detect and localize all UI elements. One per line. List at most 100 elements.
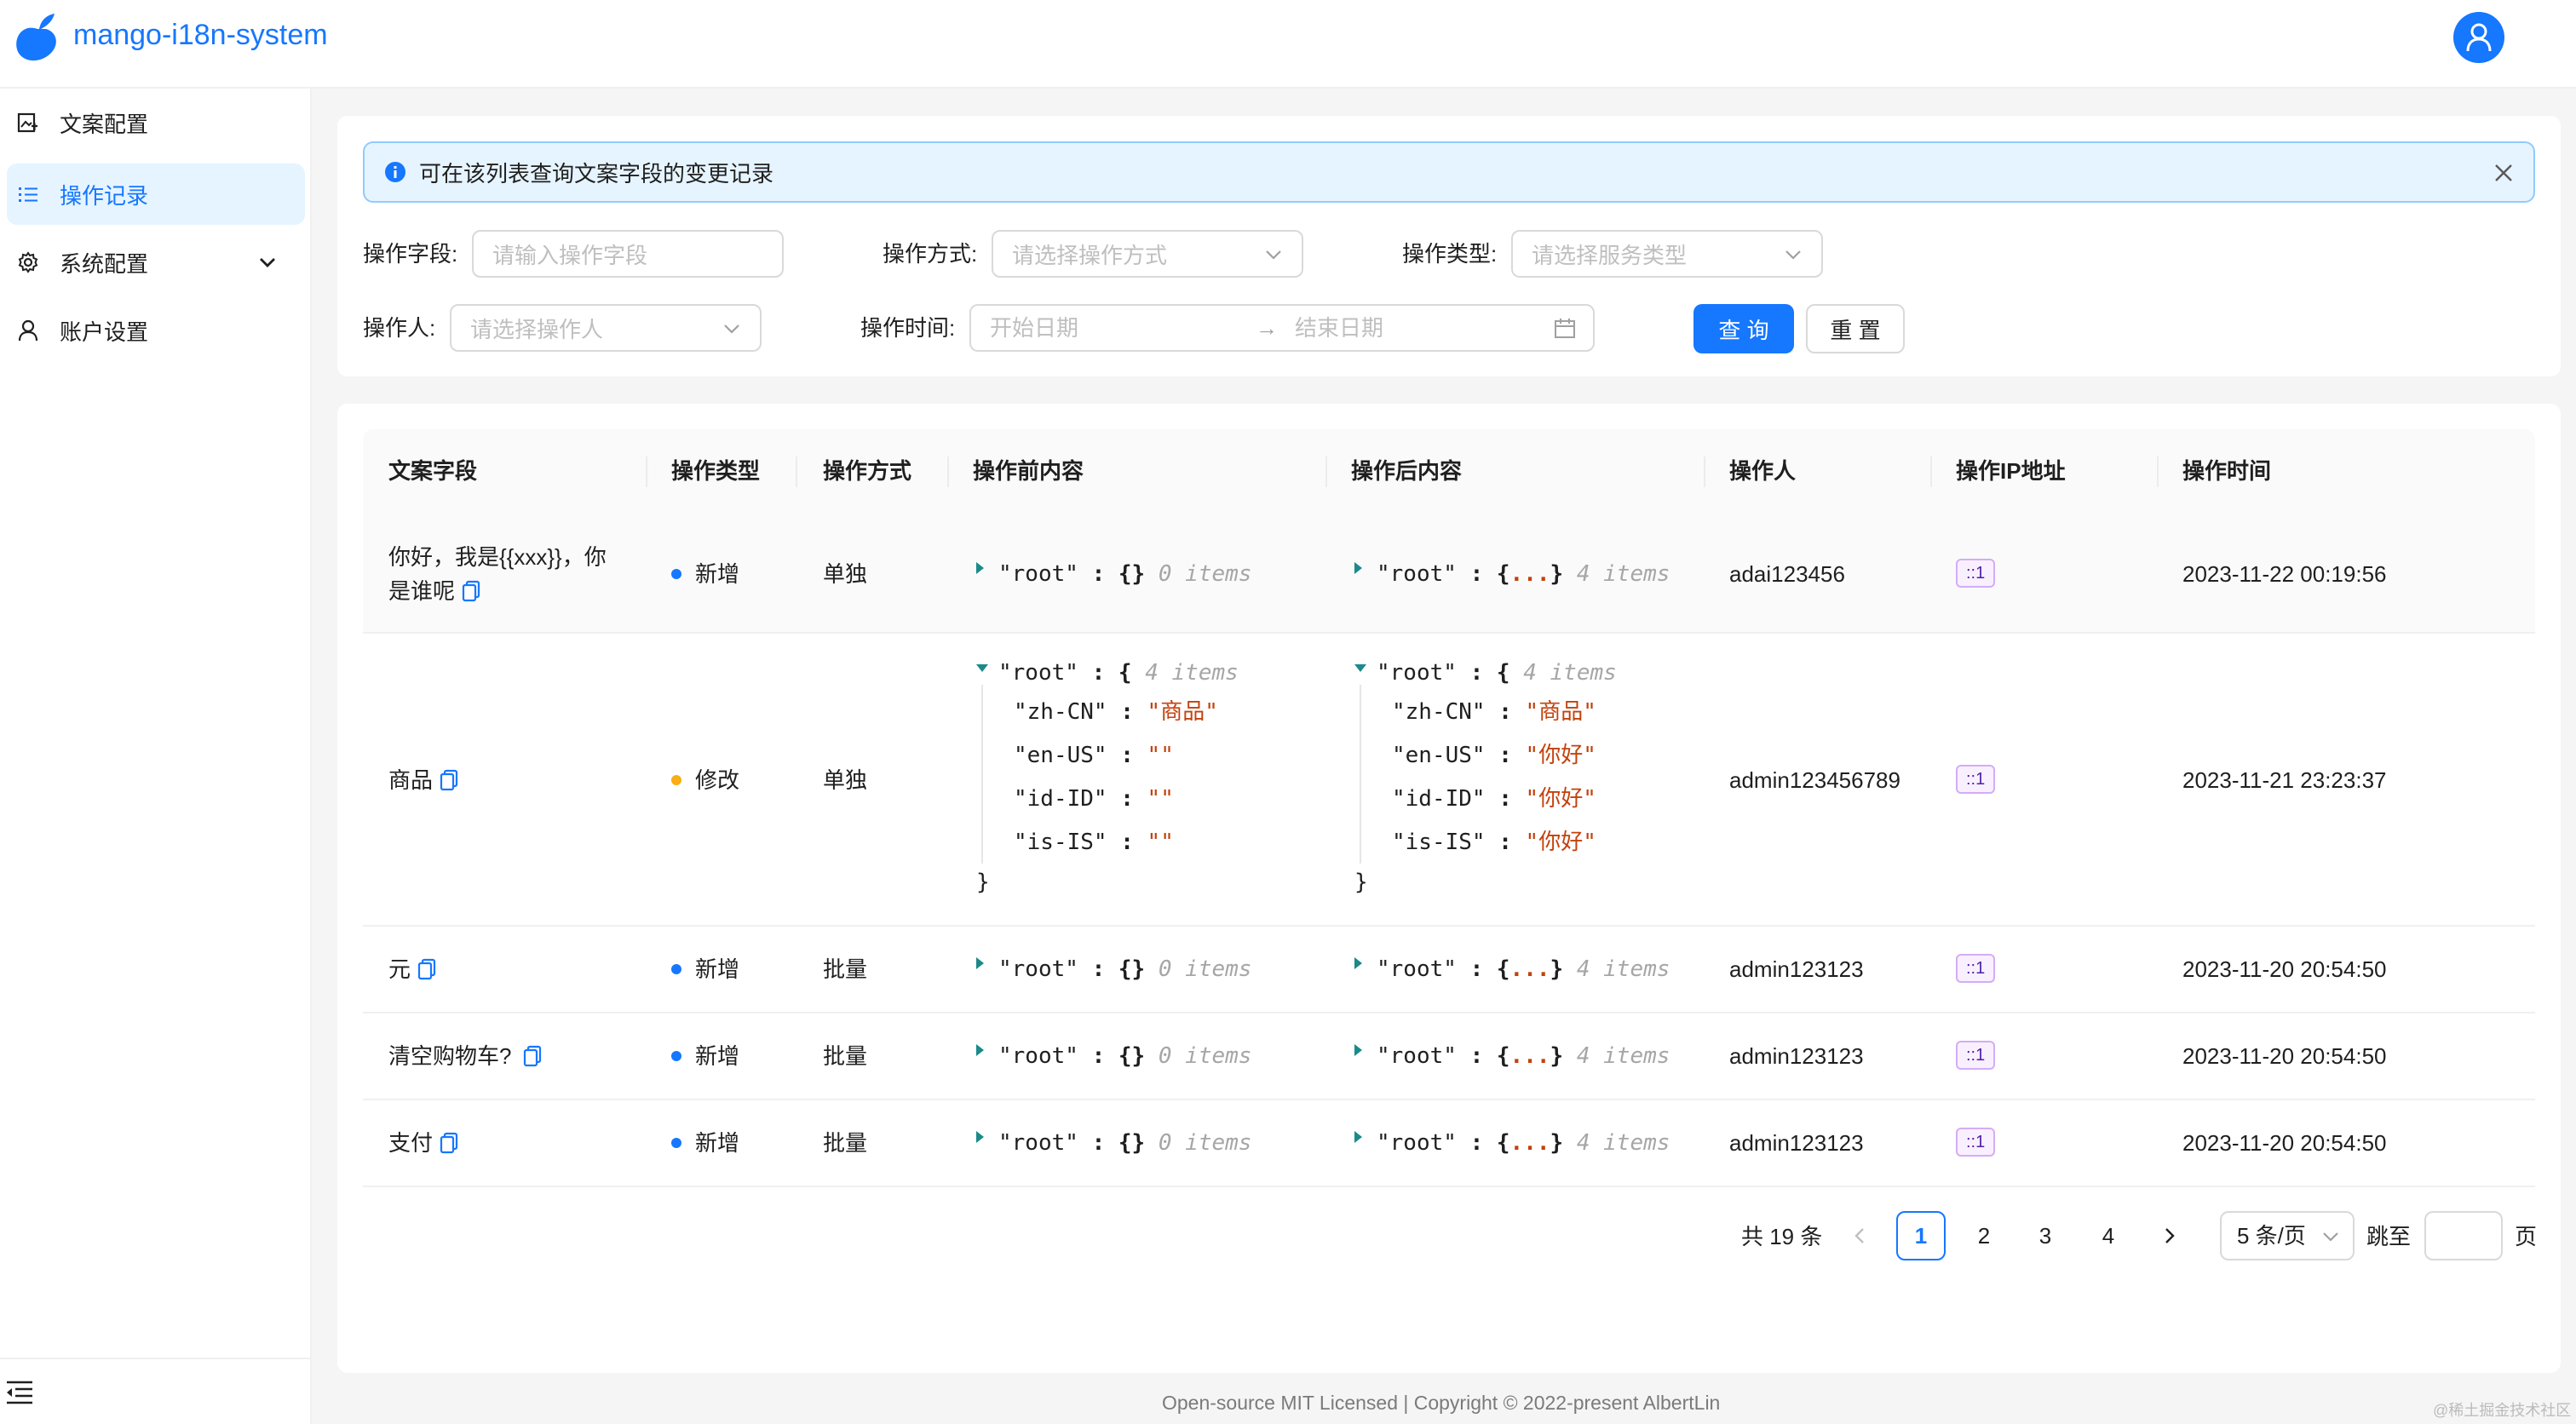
time-range-picker[interactable]: 开始日期 → 结束日期 (969, 304, 1595, 352)
before-json: "root" : {} 0 items (998, 1039, 1251, 1073)
json-brace: {} (1118, 1130, 1146, 1156)
expand-toggle-icon[interactable] (1354, 957, 1362, 969)
json-entry: "en-US" : "" (1014, 738, 1174, 772)
jump-label: 跳至 (2366, 1224, 2412, 1249)
expand-toggle-icon[interactable] (976, 1044, 984, 1056)
menu-fold-icon[interactable] (5, 1380, 34, 1405)
table-header: 文案字段 操作类型 操作方式 操作前内容 操作后内容 操作人 操作IP地址 操作… (363, 429, 2535, 514)
jump-page-input[interactable] (2424, 1211, 2503, 1260)
json-key: "root" (1377, 561, 1457, 587)
page-3-button[interactable]: 3 (2021, 1211, 2070, 1260)
info-alert: 可在该列表查询文案字段的变更记录 (363, 141, 2535, 203)
expand-toggle-icon[interactable] (976, 1131, 984, 1143)
json-ellipsis[interactable]: ... (1510, 1130, 1550, 1156)
user-avatar[interactable] (2453, 12, 2504, 63)
json-sep: : (1498, 830, 1512, 855)
page-1-button[interactable]: 1 (1896, 1211, 1946, 1260)
table-row[interactable]: 清空购物车? 新增 批量 "root" : {} 0 items "root" … (363, 1013, 2535, 1100)
before-json: "root" : {} 0 items (998, 952, 1251, 986)
sidebar-item-operation-log[interactable]: 操作记录 (7, 164, 305, 225)
json-key: "en-US" (1392, 743, 1486, 768)
gear-icon (15, 250, 41, 275)
table-row[interactable]: 你好，我是{{xxx}}，你 是谁呢 新增 单独 "root" : {} 0 i… (363, 513, 2535, 634)
field-text-line: 你好，我是{{xxx}}，你 (388, 544, 607, 570)
json-value: "" (1147, 830, 1174, 855)
json-ellipsis[interactable]: ... (1510, 956, 1550, 982)
before-json: "root" : {} 0 items (998, 557, 1251, 591)
chevron-down-icon[interactable] (256, 250, 279, 274)
page-size-select[interactable]: 5 条/页 (2220, 1211, 2355, 1260)
expand-toggle-icon[interactable] (1354, 1131, 1362, 1143)
end-date-input[interactable]: 结束日期 (1295, 306, 1383, 350)
calendar-icon (1555, 319, 1575, 338)
json-entry: "id-ID" : "你好" (1392, 782, 1596, 816)
page-2-button[interactable]: 2 (1959, 1211, 2009, 1260)
sidebar-item-system-config[interactable]: 系统配置 (7, 232, 305, 293)
copy-icon[interactable] (440, 1132, 458, 1154)
expand-toggle-icon[interactable] (976, 957, 984, 969)
status-dot (671, 1051, 681, 1061)
alert-text: 可在该列表查询文案字段的变更记录 (419, 160, 774, 187)
json-entry: "is-IS" : "" (1014, 825, 1174, 859)
time-cell: 2023-11-21 23:23:37 (2182, 767, 2387, 793)
table-row[interactable]: 支付 新增 批量 "root" : {} 0 items "root" : {.… (363, 1100, 2535, 1187)
json-sep: : (1469, 1043, 1484, 1069)
reset-button[interactable]: 重 置 (1806, 304, 1905, 353)
json-sep: : (1120, 699, 1134, 725)
prev-page-button[interactable] (1835, 1211, 1884, 1260)
collapse-toggle-icon[interactable] (976, 664, 988, 672)
json-brace: } (1550, 956, 1564, 982)
query-button[interactable]: 查 询 (1693, 304, 1794, 353)
json-count: 4 items (1576, 956, 1670, 982)
json-ellipsis[interactable]: ... (1510, 1043, 1550, 1069)
column-header: 操作人 (1729, 458, 1797, 484)
json-key: "root" (998, 956, 1078, 982)
json-sep: : (1091, 956, 1106, 982)
sidebar-item-label: 账户设置 (60, 319, 149, 345)
copy-icon[interactable] (440, 769, 458, 791)
close-icon[interactable] (2493, 162, 2515, 184)
expand-toggle-icon[interactable] (976, 562, 984, 574)
json-sep: : (1498, 699, 1512, 725)
collapse-toggle-icon[interactable] (1354, 664, 1366, 672)
type-cell: 新增 (671, 1126, 739, 1160)
ip-tag: ::1 (1956, 765, 1996, 794)
json-count: 4 items (1576, 1130, 1670, 1156)
json-entry: "zh-CN" : "商品" (1392, 695, 1596, 729)
json-indent-guide (1360, 685, 1361, 864)
table-row[interactable]: 商品 修改 单独 "root" : { 4 items "zh-CN" : "商… (363, 634, 2535, 927)
mango-logo-icon[interactable] (12, 12, 61, 65)
time-filter-label: 操作时间: (860, 315, 956, 341)
json-key: "root" (1377, 660, 1457, 686)
json-brace: {} (1118, 561, 1146, 587)
copy-icon[interactable] (462, 580, 480, 602)
type-filter-select[interactable]: 请选择服务类型 (1511, 230, 1823, 278)
json-key: "root" (1377, 956, 1457, 982)
sidebar-item-copy-config[interactable]: 文案配置 (7, 92, 305, 153)
json-key: "root" (1377, 1130, 1457, 1156)
json-ellipsis[interactable]: ... (1510, 561, 1550, 587)
page-4-button[interactable]: 4 (2084, 1211, 2133, 1260)
start-date-input[interactable]: 开始日期 (990, 306, 1078, 350)
method-cell: 批量 (823, 956, 868, 982)
json-key: "root" (998, 660, 1078, 686)
method-cell: 单独 (823, 561, 868, 587)
copy-icon[interactable] (523, 1045, 542, 1067)
expand-toggle-icon[interactable] (1354, 1044, 1362, 1056)
method-filter-label: 操作方式: (883, 241, 978, 267)
expand-toggle-icon[interactable] (1354, 562, 1362, 574)
chevron-down-icon (2323, 1232, 2338, 1242)
field-cell: 商品 (388, 763, 458, 797)
next-page-button[interactable] (2145, 1211, 2194, 1260)
app-title[interactable]: mango-i18n-system (73, 19, 328, 52)
field-filter-input[interactable]: 请输入操作字段 (472, 230, 784, 278)
copy-icon[interactable] (417, 958, 436, 980)
table-row[interactable]: 元 新增 批量 "root" : {} 0 items "root" : {..… (363, 927, 2535, 1013)
json-sep: : (1091, 1130, 1106, 1156)
method-filter-select[interactable]: 请选择操作方式 (992, 230, 1303, 278)
status-dot (671, 1138, 681, 1148)
operator-filter-select[interactable]: 请选择操作人 (450, 304, 762, 352)
json-sep: : (1469, 1130, 1484, 1156)
sidebar-item-account-settings[interactable]: 账户设置 (7, 300, 305, 361)
time-cell: 2023-11-20 20:54:50 (2182, 956, 2387, 982)
